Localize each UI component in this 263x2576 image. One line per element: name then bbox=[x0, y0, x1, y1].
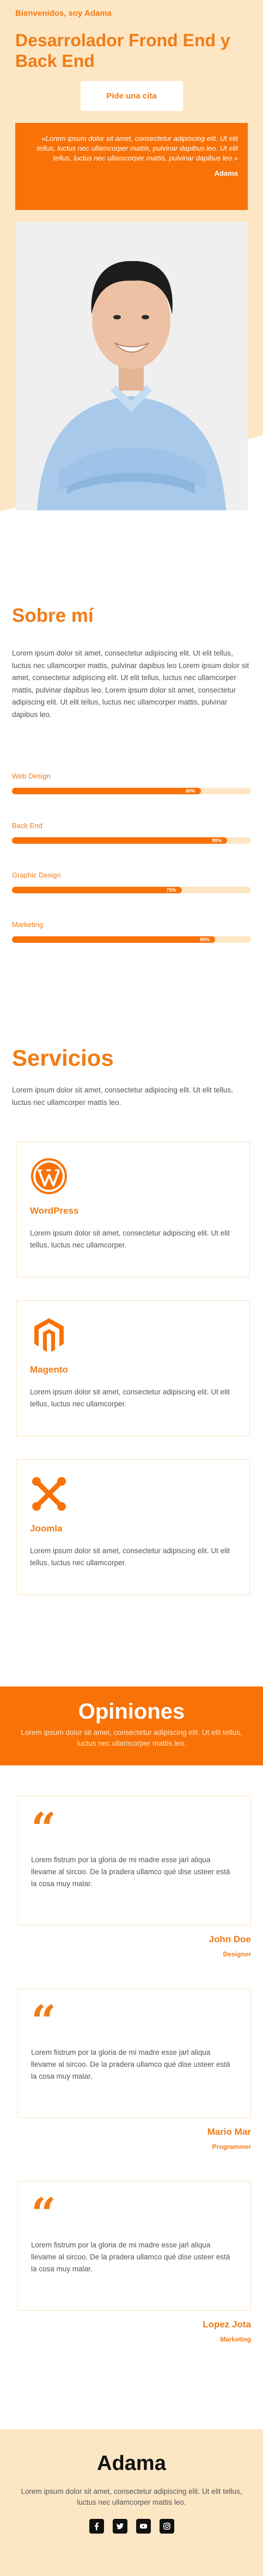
instagram-icon[interactable] bbox=[159, 2519, 174, 2534]
skill-percent: 75% bbox=[166, 887, 176, 893]
skill-label: Graphic Design bbox=[12, 871, 61, 879]
footer: Adama Lorem ipsum dolor sit amet, consec… bbox=[0, 2429, 263, 2576]
skill-item: Web Design 80% bbox=[12, 772, 251, 794]
skill-progress-bar: 90% bbox=[12, 837, 251, 844]
testimonial-author: John Doe bbox=[209, 1934, 251, 1944]
skill-percent: 80% bbox=[185, 788, 195, 794]
testimonial-text: Lorem fistrum por la gloria de mi madre … bbox=[31, 2048, 230, 2080]
testimonial-text: Lorem fistrum por la gloria de mi madre … bbox=[31, 1856, 230, 1888]
hero-quote-text: «Lorem ipsum dolor sit amet, consectetur… bbox=[36, 134, 238, 162]
about-title: Sobre mí bbox=[12, 605, 94, 626]
testimonial-card: “ Lorem fistrum por la gloria de mi madr… bbox=[17, 1796, 251, 1925]
skill-label: Marketing bbox=[12, 921, 44, 929]
facebook-icon[interactable] bbox=[89, 2519, 104, 2534]
service-description: Lorem ipsum dolor sit amet, consectetur … bbox=[30, 1547, 230, 1567]
quote-icon: “ bbox=[31, 1996, 57, 2047]
footer-text: Lorem ipsum dolor sit amet, consectetur … bbox=[21, 2487, 242, 2506]
service-card-wordpress: WordPress Lorem ipsum dolor sit amet, co… bbox=[16, 1141, 250, 1277]
hero-greeting: Bienvenidos, soy Adama bbox=[15, 9, 112, 18]
skill-progress-bar: 75% bbox=[12, 887, 251, 893]
skill-label: Web Design bbox=[12, 772, 51, 780]
portrait-illustration bbox=[15, 222, 248, 510]
joomla-icon bbox=[32, 1477, 66, 1511]
testimonial-author: Lopez Jota bbox=[203, 2319, 251, 2330]
skill-progress-fill: 90% bbox=[12, 837, 228, 844]
service-card-joomla: Joomla Lorem ipsum dolor sit amet, conse… bbox=[16, 1459, 250, 1595]
skill-progress-fill: 85% bbox=[12, 936, 216, 943]
quote-icon: “ bbox=[31, 1803, 57, 1854]
service-description: Lorem ipsum dolor sit amet, consectetur … bbox=[30, 1229, 230, 1249]
about-text: Lorem ipsum dolor sit amet, consectetur … bbox=[12, 649, 249, 719]
testimonial-card: “ Lorem fistrum por la gloria de mi madr… bbox=[17, 1988, 251, 2118]
hero-title: Desarrolador Frond End y Back End bbox=[15, 30, 230, 71]
magento-icon bbox=[34, 1318, 64, 1352]
hero-quote-author: Adama bbox=[214, 169, 238, 177]
services-lead: Lorem ipsum dolor sit amet, consectetur … bbox=[12, 1086, 233, 1107]
skill-item: Back End 90% bbox=[12, 821, 251, 844]
skills-list: Web Design 80% Back End 90% Graphic Desi… bbox=[12, 772, 251, 943]
services-section: Servicios Lorem ipsum dolor sit amet, co… bbox=[0, 970, 263, 1595]
hero-portrait-photo bbox=[15, 222, 248, 510]
skill-percent: 90% bbox=[212, 838, 222, 843]
skill-progress-fill: 80% bbox=[12, 788, 201, 794]
testimonial-card: “ Lorem fistrum por la gloria de mi madr… bbox=[17, 2181, 251, 2311]
about-section: Sobre mí Lorem ipsum dolor sit amet, con… bbox=[0, 528, 263, 943]
opinions-lead: Lorem ipsum dolor sit amet, consectetur … bbox=[21, 1728, 242, 1747]
skill-progress-bar: 85% bbox=[12, 936, 251, 943]
service-title: Magento bbox=[30, 1364, 68, 1375]
service-title: Joomla bbox=[30, 1523, 63, 1534]
hero-section: Bienvenidos, soy Adama Desarrolador Fron… bbox=[0, 0, 263, 528]
testimonial-text: Lorem fistrum por la gloria de mi madre … bbox=[31, 2241, 230, 2273]
testimonial-role: Marketing bbox=[220, 2336, 251, 2343]
skill-item: Graphic Design 75% bbox=[12, 871, 251, 893]
skill-label: Back End bbox=[12, 821, 42, 830]
service-description: Lorem ipsum dolor sit amet, consectetur … bbox=[30, 1388, 230, 1408]
appointment-button[interactable]: Pide una cita bbox=[80, 81, 183, 111]
testimonial-role: Programmer bbox=[212, 2143, 251, 2151]
skill-progress-bar: 80% bbox=[12, 788, 251, 794]
quote-icon: “ bbox=[31, 2188, 57, 2239]
opinions-title: Opiniones bbox=[78, 1700, 185, 1723]
service-title: WordPress bbox=[30, 1206, 79, 1216]
testimonial-author: Mario Mar bbox=[207, 2127, 251, 2137]
services-title: Servicios bbox=[12, 1045, 114, 1071]
footer-title: Adama bbox=[97, 2452, 166, 2475]
opinions-section: Opiniones Lorem ipsum dolor sit amet, co… bbox=[0, 1687, 263, 2343]
skill-progress-fill: 75% bbox=[12, 887, 182, 893]
service-card-magento: Magento Lorem ipsum dolor sit amet, cons… bbox=[16, 1300, 250, 1436]
skill-percent: 85% bbox=[200, 937, 210, 942]
skill-item: Marketing 85% bbox=[12, 921, 251, 943]
testimonial-role: Designer bbox=[223, 1950, 251, 1958]
youtube-icon[interactable] bbox=[136, 2519, 151, 2534]
twitter-icon[interactable] bbox=[112, 2519, 127, 2534]
wordpress-icon bbox=[31, 1158, 67, 1194]
opinions-header: Opiniones Lorem ipsum dolor sit amet, co… bbox=[0, 1687, 263, 1765]
hero-quote-box: «Lorem ipsum dolor sit amet, consectetur… bbox=[15, 123, 248, 210]
social-links bbox=[11, 2519, 252, 2534]
